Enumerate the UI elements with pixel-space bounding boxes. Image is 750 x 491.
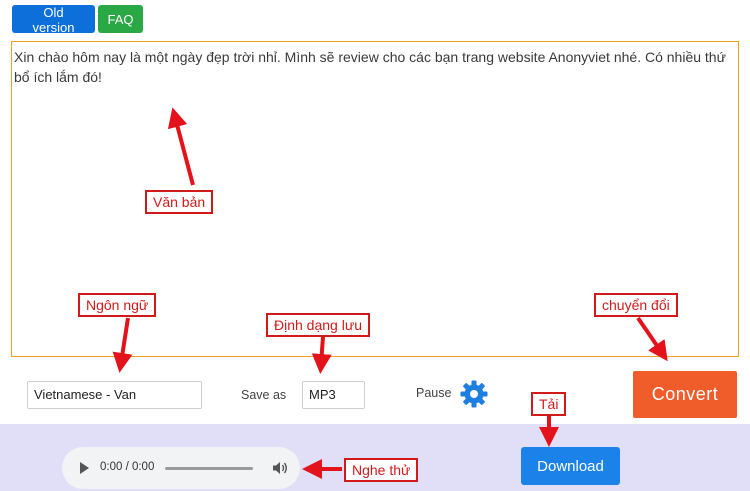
language-select[interactable]: Vietnamese - Van <box>27 381 202 409</box>
annotation-listen: Nghe thử <box>344 458 419 482</box>
audio-player[interactable]: 0:00 / 0:00 <box>62 447 300 489</box>
audio-progress-bar[interactable] <box>165 467 253 470</box>
gear-icon[interactable] <box>459 379 489 409</box>
format-input[interactable]: MP3 <box>302 381 365 409</box>
audio-time: 0:00 / 0:00 <box>100 461 155 473</box>
annotation-language: Ngôn ngữ <box>78 293 157 317</box>
annotation-download: Tải <box>531 392 567 416</box>
annotation-convert: chuyển đổi <box>594 293 678 317</box>
pause-label: Pause <box>416 386 452 400</box>
annotation-format: Định dạng lưu <box>266 313 370 337</box>
convert-button[interactable]: Convert <box>633 371 737 418</box>
old-version-button[interactable]: Old version <box>12 5 95 35</box>
download-button[interactable]: Download <box>521 447 620 485</box>
annotation-text: Văn bản <box>145 190 214 214</box>
faq-button[interactable]: FAQ <box>98 5 143 33</box>
play-icon[interactable] <box>80 462 89 474</box>
save-as-label: Save as <box>241 388 287 402</box>
volume-icon[interactable] <box>272 461 288 475</box>
